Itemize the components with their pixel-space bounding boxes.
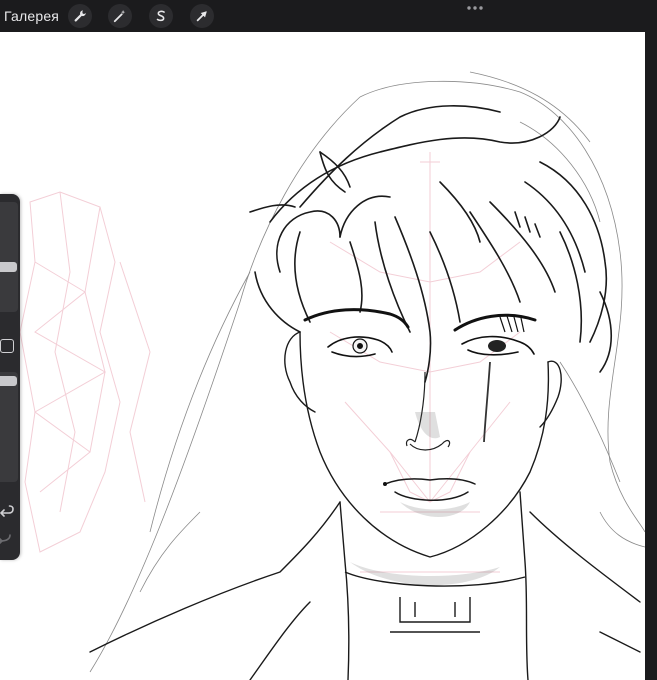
canvas-edge — [645, 32, 657, 680]
opacity-slider[interactable] — [0, 372, 18, 482]
modify-button[interactable] — [0, 339, 14, 353]
undo-icon[interactable] — [0, 504, 16, 520]
procreate-app: Галерея — [0, 0, 657, 680]
portrait-sketch — [19, 71, 645, 680]
brush-size-thumb[interactable] — [0, 262, 17, 272]
selection-s-icon — [156, 10, 165, 22]
gallery-button[interactable]: Галерея — [4, 8, 59, 24]
arrow-cursor-icon — [196, 11, 207, 22]
transform-button[interactable] — [190, 4, 214, 28]
adjustments-button[interactable] — [108, 4, 132, 28]
left-sidebar — [0, 194, 20, 560]
opacity-thumb[interactable] — [0, 376, 17, 386]
selection-button[interactable] — [149, 4, 173, 28]
ellipsis-icon[interactable] — [466, 4, 484, 12]
wrench-icon — [74, 10, 86, 22]
top-toolbar: Галерея — [0, 0, 657, 32]
redo-icon[interactable] — [0, 532, 16, 548]
actions-button[interactable] — [68, 4, 92, 28]
drawing-canvas[interactable] — [0, 32, 645, 680]
brush-size-slider[interactable] — [0, 202, 18, 312]
magic-wand-icon — [113, 9, 126, 23]
